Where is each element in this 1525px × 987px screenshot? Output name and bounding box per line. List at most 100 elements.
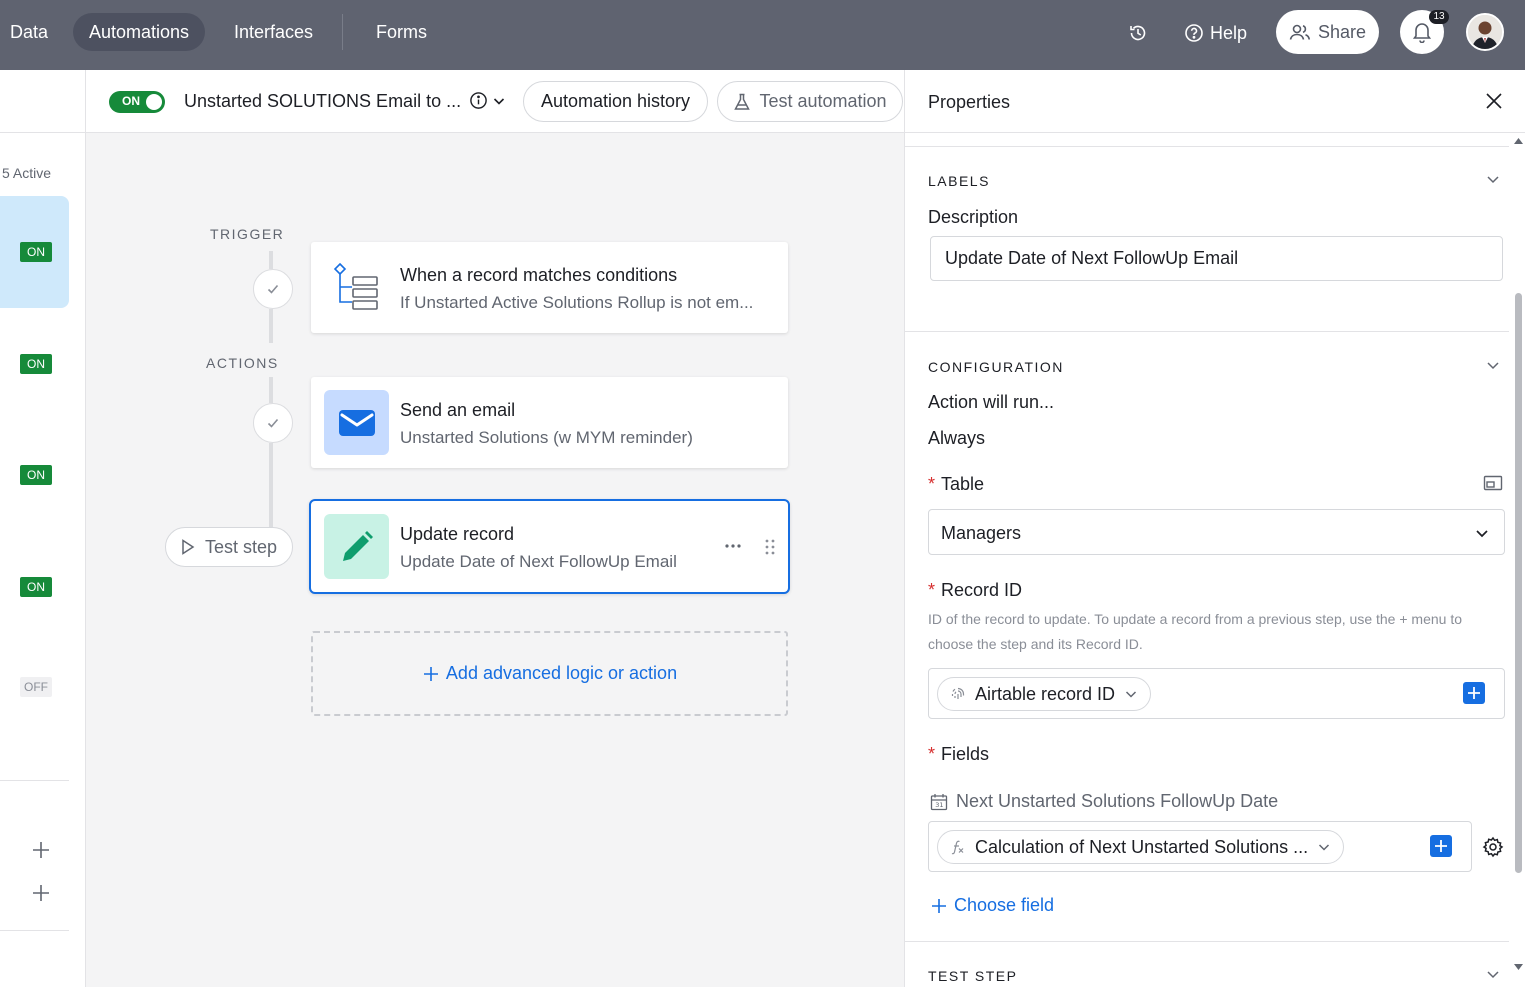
flow-connector xyxy=(269,377,273,403)
scroll-up-arrow-icon[interactable] xyxy=(1513,137,1524,145)
check-icon xyxy=(267,418,279,428)
chevron-down-icon xyxy=(1476,530,1488,538)
insert-field-value-button[interactable] xyxy=(1430,835,1452,857)
record-id-field[interactable]: Airtable record ID xyxy=(928,668,1505,719)
nav-tab-forms[interactable]: Forms xyxy=(360,13,443,51)
description-input[interactable]: Update Date of Next FollowUp Email xyxy=(930,236,1503,281)
help-button[interactable]: Help xyxy=(1184,18,1247,48)
choose-field-label: Choose field xyxy=(954,895,1055,915)
automation-status-badge: ON xyxy=(20,242,52,262)
update-record-card-subtitle: Update Date of Next FollowUp Email xyxy=(400,552,677,571)
description-label: Description xyxy=(928,207,1019,227)
check-icon xyxy=(267,284,279,294)
properties-header: Properties xyxy=(905,70,1525,133)
automation-history-button[interactable]: Automation history xyxy=(523,81,708,122)
chevron-down-icon[interactable] xyxy=(1485,966,1501,982)
nav-tab-automations[interactable]: Automations xyxy=(73,13,206,51)
send-email-card-subtitle: Unstarted Solutions (w MYM reminder) xyxy=(400,428,693,447)
play-icon xyxy=(182,539,195,555)
share-label: Share xyxy=(1317,21,1367,42)
pencil-icon xyxy=(324,514,389,579)
automation-status-badge[interactable]: ON xyxy=(20,354,52,374)
calculation-token[interactable]: Calculation of Next Unstarted Solutions … xyxy=(937,830,1345,864)
scrollbar-thumb[interactable] xyxy=(1515,293,1522,873)
add-section-button[interactable] xyxy=(30,882,52,904)
field-name-label: Next Unstarted Solutions FollowUp Date xyxy=(956,791,1279,811)
configuration-section-title: CONFIGURATION xyxy=(928,359,1064,375)
automation-on-toggle[interactable]: ON xyxy=(109,91,165,113)
record-id-help-text: ID of the record to update. To update a … xyxy=(928,611,1463,652)
automation-info-dropdown[interactable] xyxy=(469,91,506,110)
test-step-section-title: TEST STEP xyxy=(928,968,1018,984)
sidebar-divider xyxy=(0,780,69,781)
update-record-card[interactable]: Update record Update Date of Next Follow… xyxy=(309,499,790,594)
nav-tab-data[interactable]: Data xyxy=(0,13,64,51)
automation-status-badge[interactable]: OFF xyxy=(20,677,52,697)
chevron-down-icon xyxy=(1319,844,1330,851)
test-step-button[interactable]: Test step xyxy=(165,527,293,567)
active-count: 5 Active xyxy=(2,165,52,181)
add-automation-button[interactable] xyxy=(30,839,52,861)
toggle-label: ON xyxy=(122,94,140,108)
table-label: * Table xyxy=(928,474,985,494)
trigger-card[interactable]: When a record matches conditions If Unst… xyxy=(311,242,788,333)
top-navigation-bar: Data Automations Interfaces Forms Help S… xyxy=(0,0,1525,70)
bell-icon xyxy=(1412,23,1432,43)
fingerprint-icon xyxy=(951,687,965,699)
more-options-icon[interactable] xyxy=(723,539,743,553)
sidebar-divider xyxy=(0,930,69,931)
help-label: Help xyxy=(1210,22,1248,43)
update-record-card-title: Update record xyxy=(400,524,515,544)
add-logic-or-action-button[interactable]: Add advanced logic or action xyxy=(311,631,788,716)
chevron-down-icon xyxy=(493,97,505,105)
chevron-down-icon[interactable] xyxy=(1485,357,1501,373)
nav-divider xyxy=(342,14,343,50)
toggle-knob xyxy=(146,94,162,110)
share-button[interactable]: Share xyxy=(1276,10,1379,54)
chevron-down-icon xyxy=(1126,691,1137,698)
properties-panel: Properties LABELS Description Update Dat… xyxy=(904,70,1525,987)
user-avatar[interactable] xyxy=(1466,13,1504,51)
chevron-down-icon[interactable] xyxy=(1485,171,1501,187)
sidebar-header-divider xyxy=(0,132,86,133)
flow-connector xyxy=(269,251,273,269)
test-automation-button[interactable]: Test automation xyxy=(717,81,903,122)
drag-handle-icon[interactable] xyxy=(764,537,776,557)
nav-tab-interfaces[interactable]: Interfaces xyxy=(218,13,329,51)
trigger-section-label: TRIGGER xyxy=(210,226,285,242)
action-complete-indicator xyxy=(253,403,293,443)
scroll-down-arrow-icon[interactable] xyxy=(1513,963,1524,971)
send-email-card[interactable]: Send an email Unstarted Solutions (w MYM… xyxy=(311,377,788,468)
section-divider xyxy=(905,331,1509,332)
test-automation-label: Test automation xyxy=(759,91,887,111)
question-circle-icon xyxy=(1185,24,1203,42)
close-icon[interactable] xyxy=(1483,90,1505,112)
field-row-name: 31 Next Unstarted Solutions FollowUp Dat… xyxy=(930,791,1278,812)
insert-record-id-button[interactable] xyxy=(1463,682,1485,704)
plus-icon xyxy=(33,842,49,858)
info-icon xyxy=(470,92,487,109)
history-icon[interactable] xyxy=(1123,18,1153,48)
field-value-input[interactable]: Calculation of Next Unstarted Solutions … xyxy=(928,821,1472,872)
test-step-label: Test step xyxy=(204,536,278,557)
svg-text:31: 31 xyxy=(935,801,943,809)
automation-status-badge[interactable]: ON xyxy=(20,577,52,597)
table-select-value: Managers xyxy=(941,523,1022,543)
automation-status-badge[interactable]: ON xyxy=(20,465,52,485)
choose-field-button[interactable]: Choose field xyxy=(930,895,1054,916)
actions-section-label: ACTIONS xyxy=(206,355,279,371)
automation-list-sidebar: 5 Active ON ON ON ON OFF xyxy=(0,70,86,987)
action-run-value[interactable]: Always xyxy=(928,428,985,449)
automation-title[interactable]: Unstarted SOLUTIONS Email to ... xyxy=(184,91,461,112)
properties-scrollbar[interactable] xyxy=(1511,133,1525,987)
plus-icon xyxy=(932,898,946,913)
record-id-token[interactable]: Airtable record ID xyxy=(937,677,1152,711)
flask-icon xyxy=(734,93,751,110)
automation-history-label: Automation history xyxy=(540,91,691,111)
section-divider xyxy=(905,941,1509,942)
users-icon xyxy=(1289,24,1311,40)
trigger-complete-indicator xyxy=(253,269,293,309)
expand-panel-icon[interactable] xyxy=(1483,475,1503,491)
gear-icon[interactable] xyxy=(1482,836,1504,858)
table-select[interactable]: Managers xyxy=(928,509,1505,555)
